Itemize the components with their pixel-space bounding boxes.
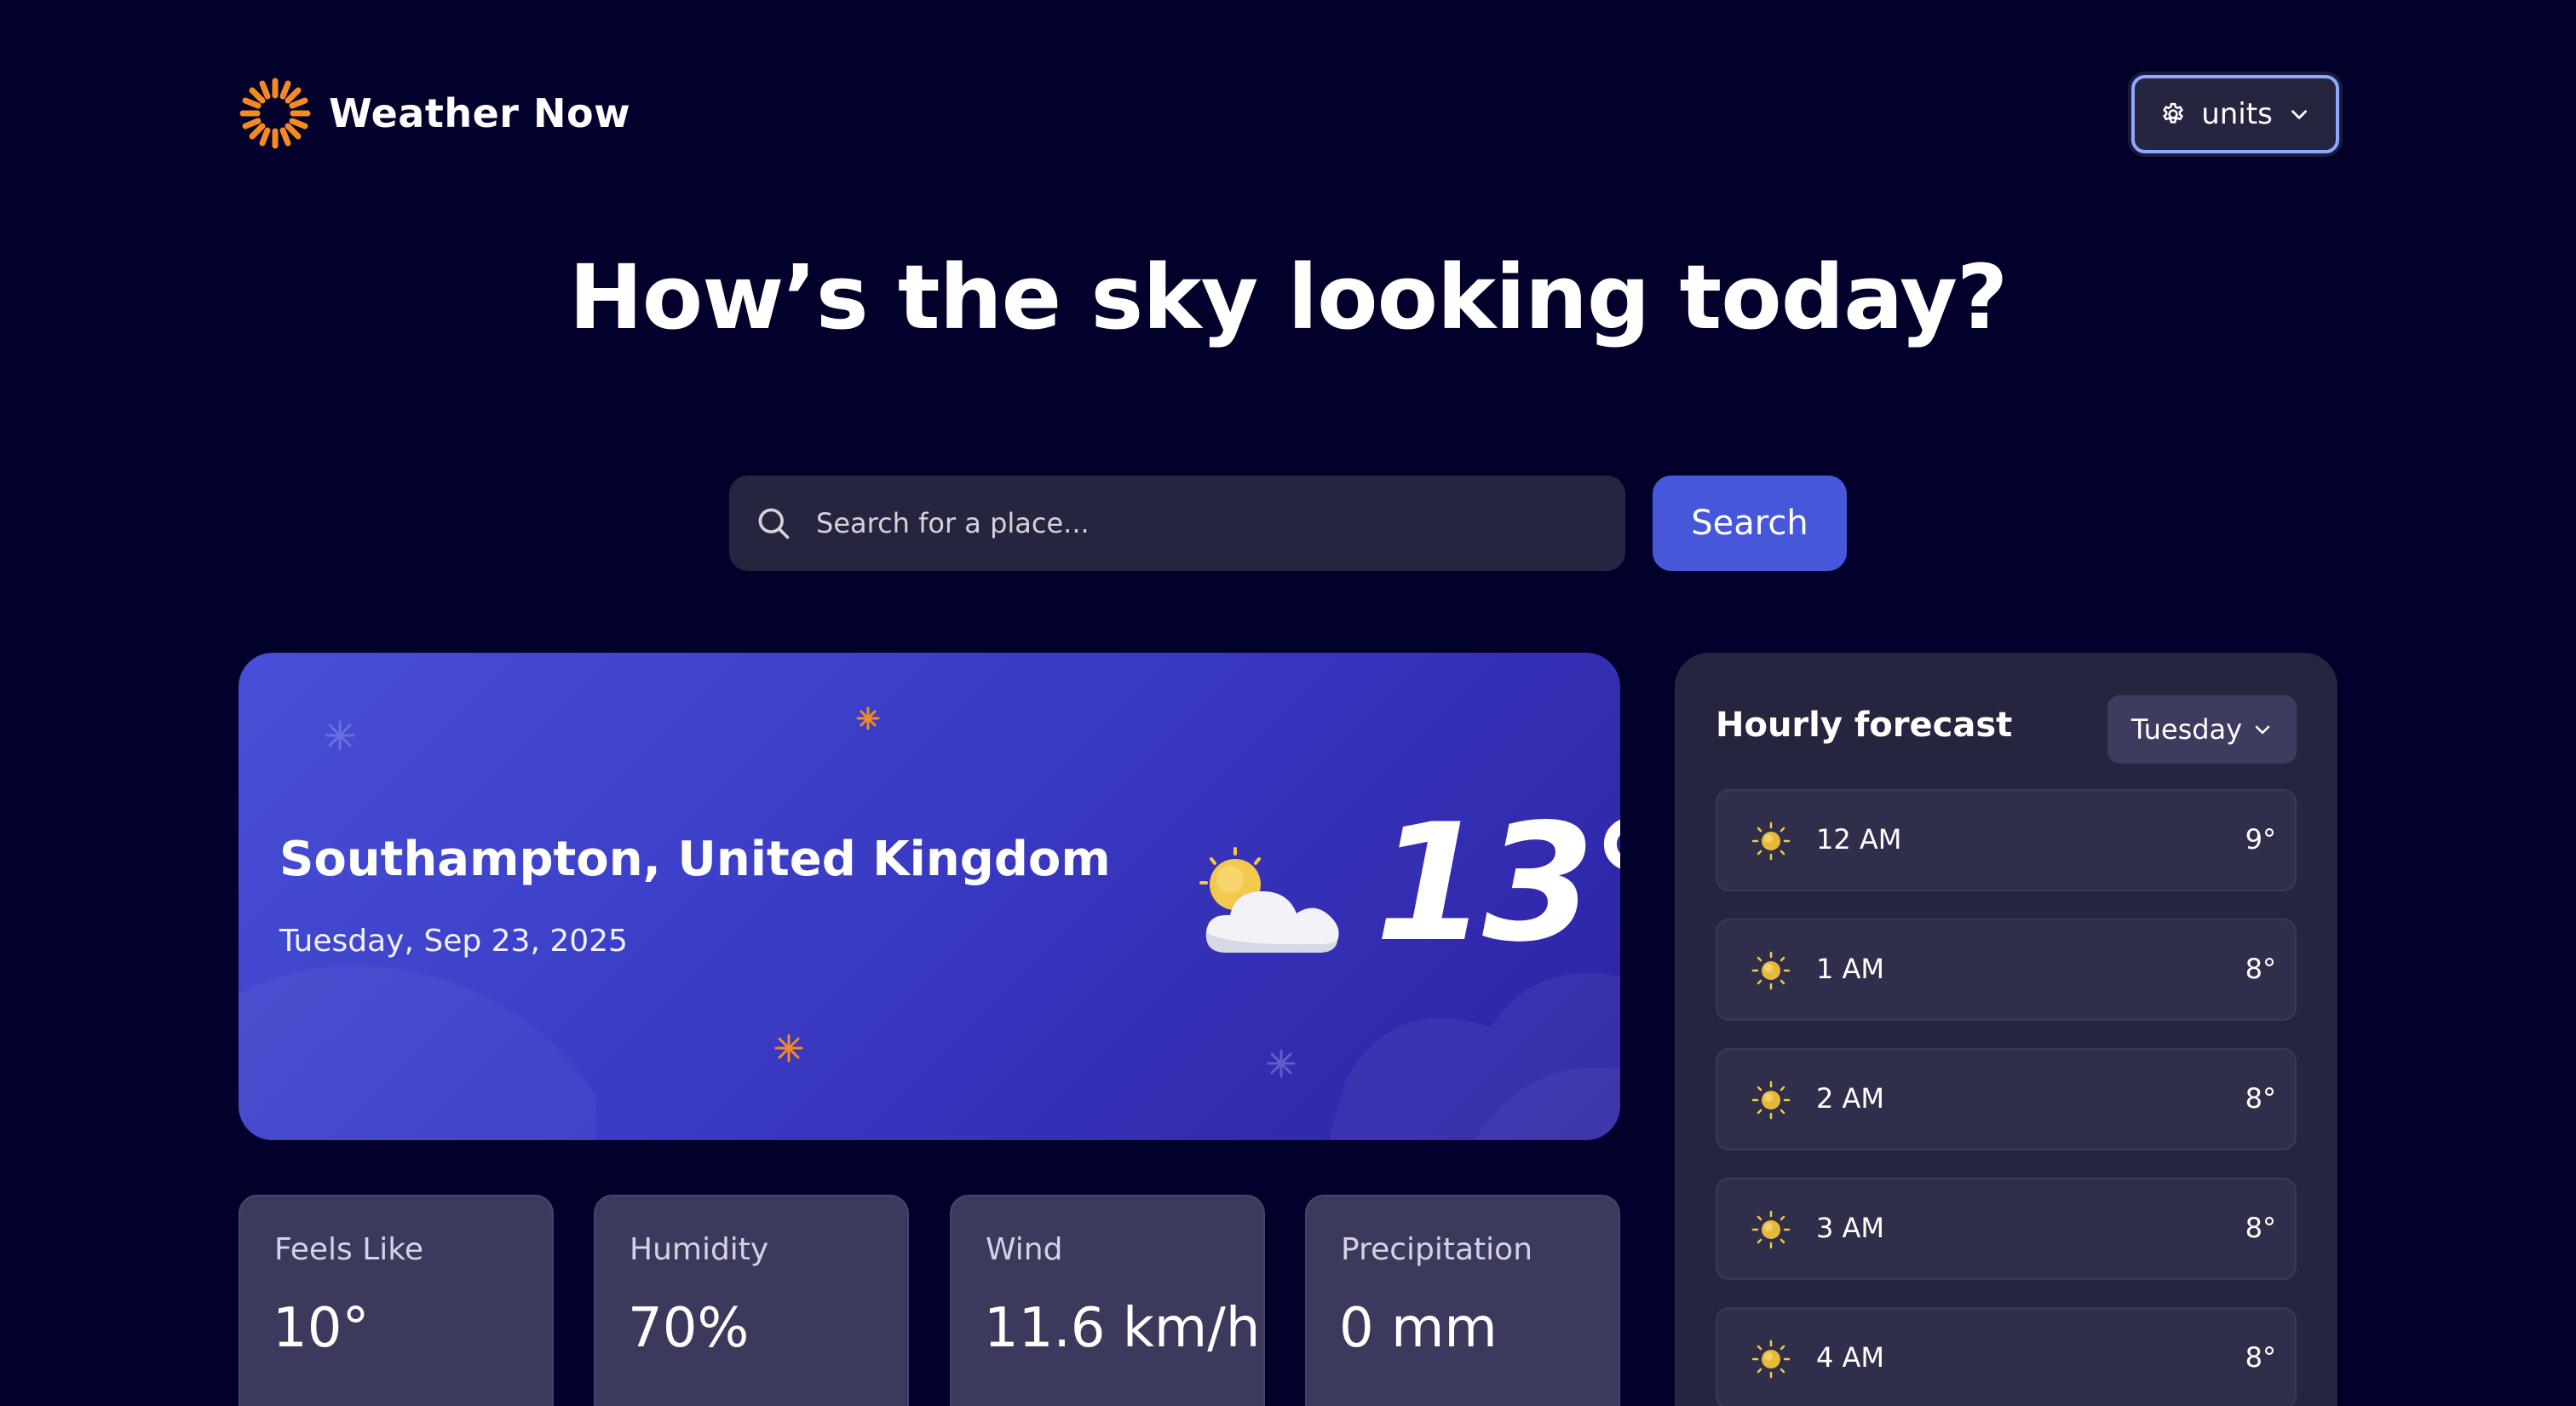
stat-label: Feels Like — [274, 1232, 424, 1267]
hour-row: 4 AM 8° — [1716, 1307, 2297, 1406]
partly-cloudy-icon — [1199, 847, 1339, 953]
hour-temperature: 8° — [2245, 1082, 2276, 1115]
sun-icon — [1751, 1210, 1791, 1249]
star-decoration-icon — [856, 706, 880, 730]
star-decoration-icon — [325, 720, 355, 751]
chevron-down-icon — [2255, 725, 2270, 735]
hour-temperature: 8° — [2245, 953, 2276, 985]
sun-icon — [1751, 1080, 1791, 1120]
hour-time: 1 AM — [1816, 953, 1885, 985]
stat-wind: Wind 11.6 km/h — [950, 1195, 1265, 1406]
stat-label: Humidity — [630, 1232, 769, 1267]
hour-temperature: 8° — [2245, 1212, 2276, 1244]
stat-label: Precipitation — [1341, 1232, 1533, 1267]
sun-icon — [1751, 951, 1791, 990]
hour-time: 2 AM — [1816, 1082, 1885, 1115]
weather-app: Weather Now units How’s the sky looking … — [0, 0, 2576, 1406]
stat-value: 0 mm — [1339, 1297, 1498, 1360]
current-date: Tuesday, Sep 23, 2025 — [279, 924, 628, 959]
hour-row: 3 AM 8° — [1716, 1178, 2297, 1280]
stat-feels-like: Feels Like 10° — [239, 1195, 554, 1406]
search-button[interactable]: Search — [1653, 475, 1847, 571]
gear-icon — [2163, 102, 2184, 124]
stat-precipitation: Precipitation 0 mm — [1305, 1195, 1620, 1406]
stat-value: 70% — [628, 1297, 750, 1360]
hour-time: 3 AM — [1816, 1212, 1885, 1244]
hourly-forecast-panel: Hourly forecast Tuesday 12 AM 9° 1 AM 8° — [1675, 653, 2337, 1406]
stat-value: 11.6 km/h — [984, 1297, 1261, 1360]
star-decoration-icon — [774, 1034, 803, 1063]
hour-row: 1 AM 8° — [1716, 919, 2297, 1021]
current-weather-card: Southampton, United Kingdom Tuesday, Sep… — [239, 653, 1620, 1140]
hour-temperature: 9° — [2245, 823, 2276, 856]
chevron-down-icon — [2291, 110, 2307, 119]
units-label: units — [2201, 97, 2273, 131]
sun-icon — [1751, 821, 1791, 861]
hourly-forecast-title: Hourly forecast — [1716, 706, 2013, 745]
logo[interactable]: Weather Now — [239, 77, 630, 150]
search-box[interactable] — [729, 475, 1625, 571]
sun-logo-icon — [239, 78, 311, 149]
search-input[interactable] — [814, 506, 1567, 540]
location-name: Southampton, United Kingdom — [279, 832, 1111, 887]
star-decoration-icon — [1267, 1049, 1296, 1078]
stat-label: Wind — [986, 1232, 1063, 1267]
hour-time: 4 AM — [1816, 1341, 1885, 1374]
sun-icon — [1751, 1340, 1791, 1379]
hour-row: 2 AM 8° — [1716, 1048, 2297, 1150]
app-title: Weather Now — [329, 90, 631, 136]
stat-humidity: Humidity 70% — [594, 1195, 909, 1406]
stat-value: 10° — [273, 1297, 370, 1360]
hour-row: 12 AM 9° — [1716, 789, 2297, 891]
day-select-dropdown[interactable]: Tuesday — [2107, 695, 2297, 764]
page-title: How’s the sky looking today? — [568, 245, 2009, 349]
current-temperature: 13° — [1375, 789, 1620, 977]
search-icon — [758, 508, 790, 539]
hour-time: 12 AM — [1816, 823, 1902, 856]
selected-day-label: Tuesday — [2130, 713, 2243, 746]
hour-temperature: 8° — [2245, 1341, 2276, 1374]
units-dropdown-button[interactable]: units — [2131, 75, 2339, 153]
